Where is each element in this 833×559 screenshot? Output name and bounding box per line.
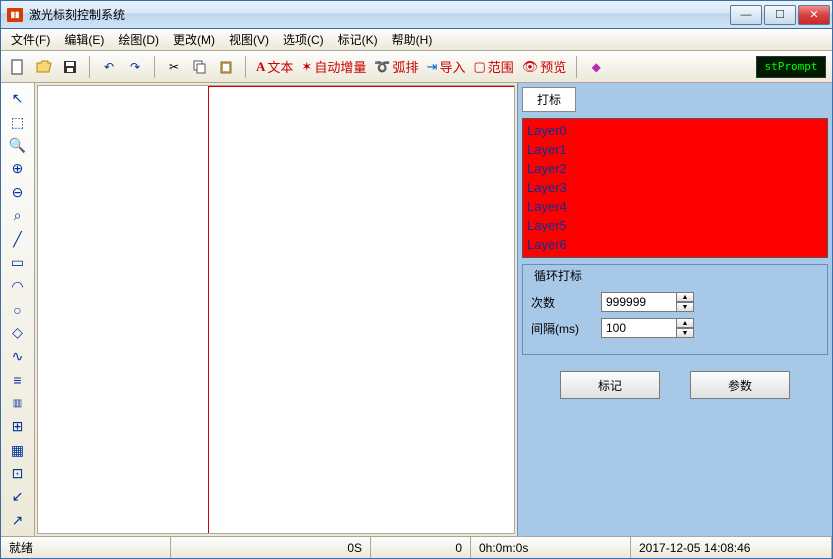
separator (154, 56, 155, 78)
loop-mark-group: 循环打标 次数 ▲▼ 间隔(ms) ▲▼ (522, 264, 828, 355)
status-time1: 0S (171, 537, 371, 558)
select-tool-icon[interactable]: ⬚ (5, 110, 31, 133)
preview-button[interactable]: 👁预览 (520, 55, 569, 78)
menu-change[interactable]: 更改(M) (167, 29, 221, 50)
preview-label: 预览 (540, 57, 566, 76)
count-input[interactable] (601, 292, 677, 312)
app-icon: ▮▮ (7, 8, 23, 22)
count-down-icon[interactable]: ▼ (677, 302, 694, 312)
arc-label: 弧排 (393, 57, 419, 76)
close-button[interactable]: ✕ (798, 5, 830, 25)
measure-tool-icon[interactable]: ↙ (5, 485, 31, 508)
param-button[interactable]: 参数 (690, 371, 790, 399)
list-item[interactable]: Layer3 (527, 178, 823, 197)
zoom-out-icon[interactable]: ⊖ (5, 181, 31, 204)
barcode-tool-icon[interactable]: ▥ (5, 391, 31, 414)
separator (576, 56, 577, 78)
count-label: 次数 (531, 294, 591, 311)
menu-view[interactable]: 视图(V) (223, 29, 275, 50)
circle-tool-icon[interactable]: ○ (5, 298, 31, 321)
title-bar: ▮▮ 激光标刻控制系统 ― ☐ ✕ (1, 1, 832, 29)
help-icon[interactable]: ◆ (585, 56, 607, 78)
text-tool-button[interactable]: A文本 (254, 55, 295, 78)
new-icon[interactable] (7, 56, 29, 78)
range-label: 范围 (488, 57, 514, 76)
pointer-tool-icon[interactable]: ↖ (5, 87, 31, 110)
redo-icon[interactable]: ↷ (124, 56, 146, 78)
open-icon[interactable] (33, 56, 55, 78)
text-tool-label: 文本 (267, 57, 293, 76)
group-tool-icon[interactable]: ▦ (5, 438, 31, 461)
interval-label: 间隔(ms) (531, 320, 591, 337)
menu-option[interactable]: 选项(C) (277, 29, 330, 50)
canvas-boundary (208, 86, 514, 533)
loop-title: 循环打标 (531, 269, 585, 283)
undo-icon[interactable]: ↶ (98, 56, 120, 78)
list-item[interactable]: Layer5 (527, 216, 823, 235)
vertical-toolbar: ↖ ⬚ 🔍 ⊕ ⊖ ⌕ ╱ ▭ ◠ ○ ◇ ∿ ≡ ▥ ⊞ ▦ ⊡ ↙ ↗ (1, 83, 35, 536)
count-up-icon[interactable]: ▲ (677, 292, 694, 302)
import-label: 导入 (439, 57, 465, 76)
interval-input[interactable] (601, 318, 677, 338)
separator (245, 56, 246, 78)
status-datetime: 2017-12-05 14:08:46 (631, 537, 832, 558)
range-button[interactable]: ▢范围 (471, 55, 515, 78)
layer-list[interactable]: Layer0 Layer1 Layer2 Layer3 Layer4 Layer… (522, 118, 828, 258)
cut-icon[interactable]: ✂ (163, 56, 185, 78)
window-title: 激光标刻控制系统 (29, 6, 730, 23)
align-tool-icon[interactable]: ⊞ (5, 415, 31, 438)
list-item[interactable]: Layer4 (527, 197, 823, 216)
zoom-in-icon[interactable]: ⊕ (5, 157, 31, 180)
menu-help[interactable]: 帮助(H) (386, 29, 439, 50)
copy-icon[interactable] (189, 56, 211, 78)
line-tool-icon[interactable]: ╱ (5, 228, 31, 251)
zoom-extent-icon[interactable]: 🔍 (5, 134, 31, 157)
interval-down-icon[interactable]: ▼ (677, 328, 694, 338)
auto-increment-label: 自动增量 (314, 57, 366, 76)
toolbar: ↶ ↷ ✂ A文本 ✶自动增量 ➰弧排 ⇥导入 ▢范围 👁预览 ◆ stProm… (1, 51, 832, 83)
menu-bar: 文件(F) 编辑(E) 绘图(D) 更改(M) 视图(V) 选项(C) 标记(K… (1, 29, 832, 51)
status-count: 0 (371, 537, 471, 558)
minimize-button[interactable]: ― (730, 5, 762, 25)
status-elapsed: 0h:0m:0s (471, 537, 631, 558)
maximize-button[interactable]: ☐ (764, 5, 796, 25)
save-icon[interactable] (59, 56, 81, 78)
list-item[interactable]: Layer2 (527, 159, 823, 178)
arc-tool-icon[interactable]: ◠ (5, 274, 31, 297)
list-item[interactable]: Layer1 (527, 140, 823, 159)
mark-button[interactable]: 标记 (560, 371, 660, 399)
status-bar: 就绪 0S 0 0h:0m:0s 2017-12-05 14:08:46 (1, 536, 832, 558)
status-ready: 就绪 (1, 537, 171, 558)
separator (89, 56, 90, 78)
menu-file[interactable]: 文件(F) (5, 29, 56, 50)
curve-tool-icon[interactable]: ∿ (5, 345, 31, 368)
menu-mark[interactable]: 标记(K) (332, 29, 384, 50)
menu-draw[interactable]: 绘图(D) (112, 29, 165, 50)
menu-edit[interactable]: 编辑(E) (58, 29, 110, 50)
zoom-window-icon[interactable]: ⌕ (5, 204, 31, 227)
arc-arrange-button[interactable]: ➰弧排 (372, 55, 420, 78)
rectangle-tool-icon[interactable]: ▭ (5, 251, 31, 274)
auto-increment-button[interactable]: ✶自动增量 (299, 55, 368, 78)
interval-up-icon[interactable]: ▲ (677, 318, 694, 328)
paste-icon[interactable] (215, 56, 237, 78)
array-tool-icon[interactable]: ⊡ (5, 462, 31, 485)
right-panel: 打标 Layer0 Layer1 Layer2 Layer3 Layer4 La… (517, 83, 832, 536)
tab-mark[interactable]: 打标 (522, 87, 576, 112)
canvas[interactable] (37, 85, 515, 534)
status-prompt: stPrompt (756, 56, 826, 78)
list-item[interactable]: Layer6 (527, 235, 823, 254)
list-item[interactable]: Layer0 (527, 121, 823, 140)
import-button[interactable]: ⇥导入 (425, 55, 468, 78)
hatch-tool-icon[interactable]: ≡ (5, 368, 31, 391)
polygon-tool-icon[interactable]: ◇ (5, 321, 31, 344)
export-tool-icon[interactable]: ↗ (5, 509, 31, 532)
